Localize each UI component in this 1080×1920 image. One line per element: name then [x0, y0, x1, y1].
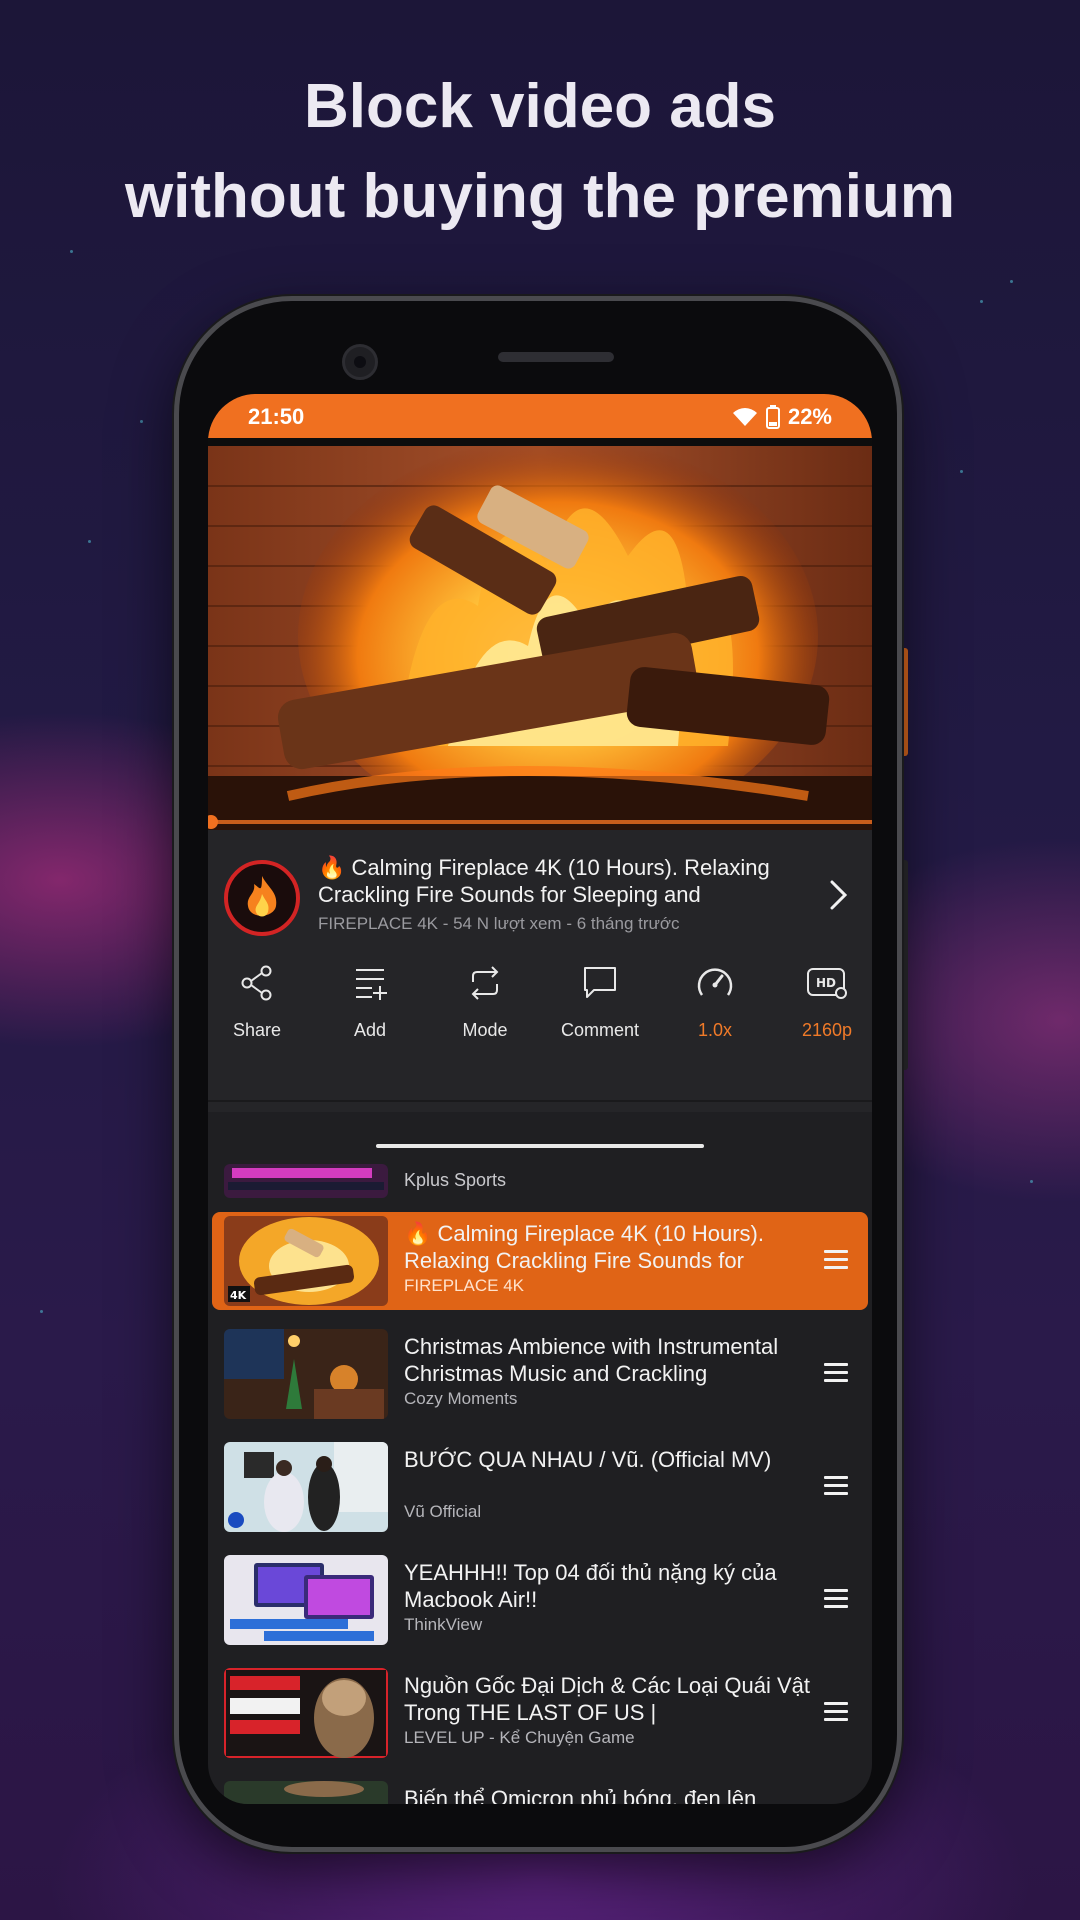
queue-thumbnail [224, 1442, 388, 1532]
queue-drag-handle[interactable] [376, 1144, 704, 1148]
wifi-icon [732, 408, 757, 426]
queue-thumbnail: 4K [224, 1216, 388, 1306]
queue-item-channel: Kplus Sports [404, 1170, 507, 1190]
queue-item-channel: Cozy Moments [404, 1389, 518, 1408]
status-bar: 21:50 22% [208, 394, 872, 438]
quality-label: 2160p [801, 1020, 853, 1040]
drag-reorder-icon[interactable] [824, 1476, 848, 1496]
queue-thumbnail [224, 1668, 388, 1758]
status-icons: 22% [732, 404, 832, 430]
queue-item-title: Nguồn Gốc Đại Dịch & Các Loại Quái Vật T… [404, 1673, 810, 1725]
speed-button[interactable]: 1.0x [660, 958, 770, 1041]
queue-thumbnail [224, 1555, 388, 1645]
queue-item-title: YEAHHH!! Top 04 đối thủ nặng ký của Macb… [404, 1560, 777, 1612]
mode-button[interactable]: Mode [430, 958, 540, 1041]
queue-item-channel: ThinkView [404, 1615, 483, 1634]
drag-reorder-icon[interactable] [824, 1589, 848, 1609]
headline: Block video ads without buying the premi… [0, 62, 1080, 242]
drag-reorder-icon[interactable] [824, 1250, 848, 1270]
video-player[interactable] [208, 446, 872, 830]
queue-item-channel: LEVEL UP - Kể Chuyện Game [404, 1728, 635, 1747]
share-icon [241, 965, 272, 1001]
action-bar: Share Add Mode Comment 1.0x HD 2160p [208, 958, 872, 1058]
queue-item-active[interactable]: 4K 🔥 Calming Fireplace 4K (10 Hours). Re… [212, 1212, 868, 1310]
hd-icon: HD [807, 968, 847, 999]
phone-screen: 21:50 22% 🔥 Calming Fireplace 4K (10 Hou… [208, 394, 872, 1804]
fireplace-video-frame [208, 446, 872, 830]
channel-avatar[interactable] [224, 860, 300, 936]
add-to-playlist-icon [356, 969, 387, 1000]
chevron-right-icon[interactable] [828, 878, 850, 912]
add-button[interactable]: Add [315, 958, 425, 1041]
share-label: Share [232, 1020, 282, 1040]
queue-thumbnail [224, 1164, 388, 1198]
headline-line-2: without buying the premium [124, 162, 956, 231]
comment-icon [584, 967, 616, 998]
comment-button[interactable]: Comment [545, 958, 655, 1041]
queue-item[interactable]: Nguồn Gốc Đại Dịch & Các Loại Quái Vật T… [212, 1664, 868, 1762]
share-button[interactable]: Share [208, 958, 312, 1041]
speed-label: 1.0x [697, 1020, 733, 1040]
queue-item-channel: Vũ Official [404, 1502, 482, 1521]
queue-item[interactable]: YEAHHH!! Top 04 đối thủ nặng ký của Macb… [212, 1551, 868, 1649]
queue-item[interactable]: BƯỚC QUA NHAU / Vũ. (Official MV) Vũ Off… [212, 1438, 868, 1536]
comment-label: Comment [560, 1020, 640, 1040]
headline-line-1: Block video ads [303, 72, 777, 141]
quality-button[interactable]: HD 2160p [772, 958, 872, 1041]
queue-item-title: Biến thể Omicron phủ bóng, đen lên [404, 1786, 757, 1804]
earpiece-speaker [498, 352, 614, 362]
battery-percent: 22% [787, 404, 832, 429]
svg-text:HD: HD [816, 976, 836, 990]
queue-item-title: Christmas Ambience with Instrumental Chr… [404, 1334, 779, 1386]
queue-item-title: 🔥 Calming Fireplace 4K (10 Hours). Relax… [404, 1221, 764, 1273]
add-label: Add [353, 1020, 387, 1040]
video-seekbar[interactable] [208, 820, 872, 824]
repeat-icon [471, 966, 499, 1000]
front-camera [342, 344, 378, 380]
status-divider [208, 438, 872, 446]
queue-item-title: BƯỚC QUA NHAU / Vũ. (Official MV) [404, 1447, 772, 1472]
video-meta: FIREPLACE 4K - 54 N lượt xem - 6 tháng t… [318, 914, 680, 933]
panel-divider [208, 1100, 872, 1102]
fire-icon [247, 876, 277, 917]
queue-item-channel: FIREPLACE 4K [404, 1276, 524, 1295]
mode-label: Mode [462, 1020, 508, 1040]
queue-item-partial[interactable]: Biến thể Omicron phủ bóng, đen lên [212, 1777, 868, 1804]
battery-icon [765, 405, 780, 429]
speed-icon [697, 968, 733, 996]
video-title[interactable]: 🔥 Calming Fireplace 4K (10 Hours). Relax… [318, 854, 818, 908]
video-info-panel: 🔥 Calming Fireplace 4K (10 Hours). Relax… [208, 830, 872, 1112]
queue-thumbnail [224, 1781, 388, 1804]
queue-thumbnail [224, 1329, 388, 1419]
drag-reorder-icon[interactable] [824, 1702, 848, 1722]
drag-reorder-icon[interactable] [824, 1363, 848, 1383]
status-time: 21:50 [248, 404, 305, 429]
svg-text:4K: 4K [230, 1289, 247, 1302]
queue-item[interactable]: Christmas Ambience with Instrumental Chr… [212, 1325, 868, 1423]
